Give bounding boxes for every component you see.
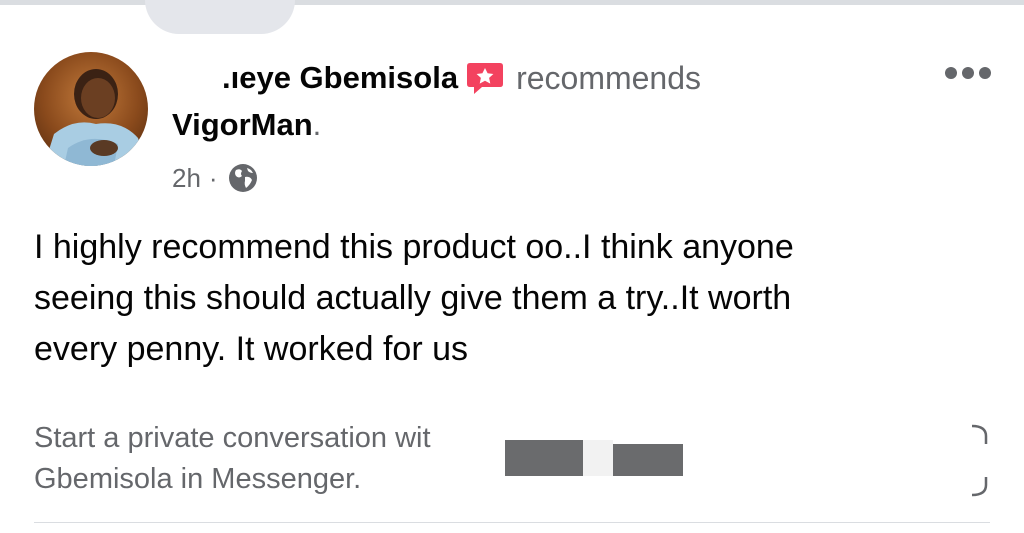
facebook-post: .ıeye Gbemisola recommends VigorMan . 2h… <box>0 0 1024 533</box>
card-corner-bottom <box>968 475 990 497</box>
globe-icon <box>228 163 258 193</box>
card-corner-top <box>968 424 990 446</box>
redaction <box>583 440 613 476</box>
post-header: .ıeye Gbemisola recommends <box>172 58 701 98</box>
redaction <box>505 440 583 476</box>
recommend-badge-icon <box>466 60 504 96</box>
page-name-link[interactable]: VigorMan <box>172 107 313 143</box>
recommended-page: VigorMan . <box>172 104 321 146</box>
recommend-verb: recommends <box>516 59 702 96</box>
bottom-divider <box>34 522 990 523</box>
post-body-line: I highly recommend this product oo..I th… <box>34 228 794 266</box>
author-name[interactable]: .ıeye Gbemisola <box>222 60 458 96</box>
more-options-button[interactable] <box>940 58 996 88</box>
avatar[interactable] <box>34 52 148 166</box>
messenger-prompt-line2: Gbemisola in Messenger. <box>34 463 362 495</box>
page-name-suffix: . <box>312 107 322 142</box>
meta-separator: · <box>208 162 218 193</box>
timestamp[interactable]: 2h <box>172 163 201 194</box>
messenger-prompt[interactable]: Start a private conversation wit Gbemiso… <box>34 418 914 500</box>
post-meta: 2h · <box>172 160 258 196</box>
messenger-prompt-line1: Start a private conversation wit <box>34 422 431 454</box>
post-body-line: seeing this should actually give them a … <box>34 279 792 317</box>
redaction <box>172 60 222 96</box>
redaction <box>613 444 683 476</box>
top-tab-shape <box>145 0 295 34</box>
more-dots-icon <box>945 67 991 79</box>
post-body: I highly recommend this product oo..I th… <box>34 222 964 375</box>
post-body-line: every penny. It worked for us <box>34 330 469 368</box>
